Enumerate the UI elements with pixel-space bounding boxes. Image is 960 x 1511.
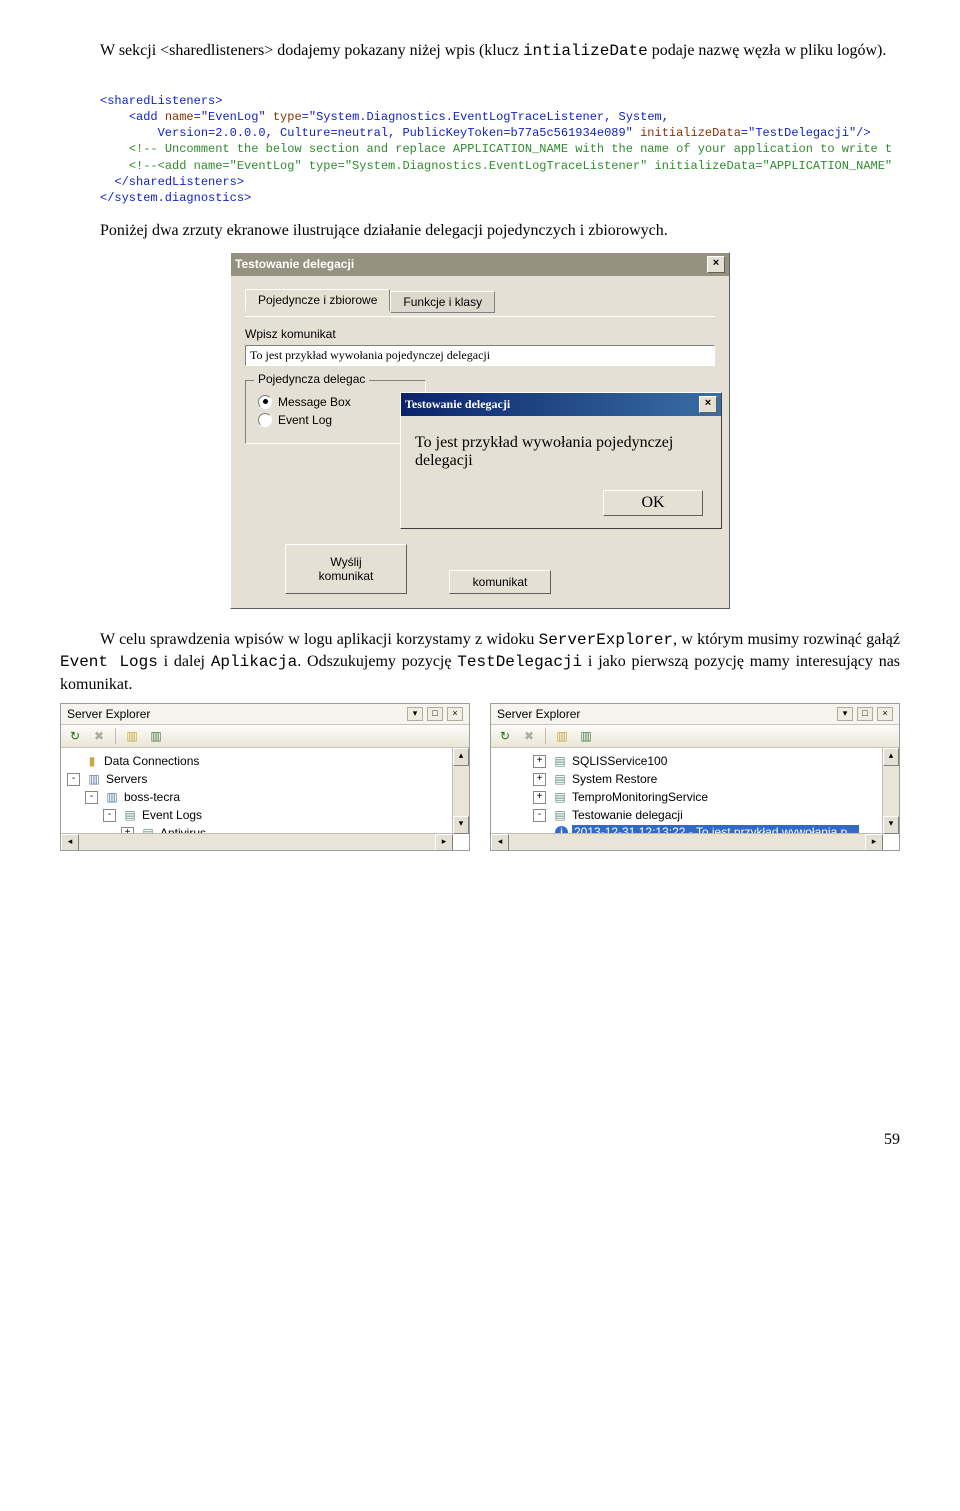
code-serverexplorer: ServerExplorer — [539, 631, 673, 649]
radio-event-log[interactable]: Event Log — [258, 413, 413, 427]
collapse-icon[interactable]: - — [103, 809, 116, 822]
scroll-right-icon[interactable]: ▸ — [865, 834, 883, 850]
close-icon[interactable]: × — [877, 707, 893, 721]
server-explorer-screenshots: Server Explorer ▾ □ × ↻ ✖ ▥ ▥ ▮ Data Conn… — [60, 703, 900, 851]
dropdown-icon[interactable]: ▾ — [837, 707, 853, 721]
paragraph-1: W sekcji <sharedlisteners> dodajemy poka… — [60, 40, 900, 63]
server-explorer-left: Server Explorer ▾ □ × ↻ ✖ ▥ ▥ ▮ Data Conn… — [60, 703, 470, 851]
tree-node[interactable]: Event Logs — [142, 808, 202, 822]
pin-icon[interactable]: □ — [857, 707, 873, 721]
stop-icon[interactable]: ✖ — [521, 728, 537, 744]
messagebox-popup: Testowanie delegacji × To jest przykład … — [400, 392, 722, 529]
dialog-titlebar: Testowanie delegacji × — [231, 253, 729, 276]
tree-node[interactable]: System Restore — [572, 772, 657, 786]
ok-button[interactable]: OK — [603, 490, 703, 516]
vertical-scrollbar[interactable]: ▴ ▾ — [882, 748, 899, 834]
panel-toolbar: ↻ ✖ ▥ ▥ — [491, 725, 899, 748]
tree-node[interactable]: boss-tecra — [124, 790, 180, 804]
servers-icon: ▥ — [86, 771, 102, 787]
groupbox-legend: Pojedyncza delegac — [254, 372, 369, 386]
send-button[interactable]: Wyślij komunikat — [285, 544, 407, 594]
refresh-icon[interactable]: ↻ — [497, 728, 513, 744]
tab-functions-classes[interactable]: Funkcje i klasy — [390, 291, 495, 313]
log-icon: ▤ — [552, 753, 568, 769]
scroll-up-icon[interactable]: ▴ — [883, 748, 899, 766]
collapse-icon[interactable]: - — [67, 773, 80, 786]
collapse-icon[interactable]: - — [533, 809, 546, 822]
radio-icon — [258, 395, 272, 409]
tree-node[interactable]: Data Connections — [104, 754, 199, 768]
add-server-icon[interactable]: ▥ — [148, 728, 164, 744]
radio-label: Message Box — [278, 395, 351, 409]
horizontal-scrollbar[interactable]: ◂ ▸ — [61, 833, 453, 850]
horizontal-scrollbar[interactable]: ◂ ▸ — [491, 833, 883, 850]
scroll-left-icon[interactable]: ◂ — [61, 834, 79, 850]
tree-node[interactable]: Servers — [106, 772, 147, 786]
log-icon: ▤ — [552, 771, 568, 787]
paragraph-2: Poniżej dwa zrzuty ekranowe ilustrujące … — [60, 220, 900, 242]
vertical-scrollbar[interactable]: ▴ ▾ — [452, 748, 469, 834]
expand-icon[interactable]: + — [533, 791, 546, 804]
p1-pre: W sekcji <sharedlisteners> dodajemy poka… — [100, 42, 523, 59]
radio-icon — [258, 413, 272, 427]
add-server-icon[interactable]: ▥ — [578, 728, 594, 744]
popup-title: Testowanie delegacji — [405, 397, 510, 412]
expand-icon[interactable]: + — [533, 755, 546, 768]
tree-node[interactable]: Testowanie delegacji — [572, 808, 683, 822]
expand-icon[interactable]: + — [533, 773, 546, 786]
scroll-down-icon[interactable]: ▾ — [453, 816, 469, 834]
dialog-title: Testowanie delegacji — [235, 257, 354, 271]
log-icon: ▤ — [552, 807, 568, 823]
tree-node[interactable]: SQLISService100 — [572, 754, 667, 768]
komunikat-button[interactable]: komunikat — [449, 570, 551, 594]
p1-post: podaje nazwę węzła w pliku logów). — [648, 42, 887, 59]
radio-label: Event Log — [278, 413, 332, 427]
xml-snippet: <sharedListeners> <add name="EvenLog" ty… — [100, 77, 900, 207]
panel-title: Server Explorer — [497, 707, 580, 721]
p1-code: intializeDate — [523, 42, 648, 60]
panel-toolbar: ↻ ✖ ▥ ▥ — [61, 725, 469, 748]
code-aplikacja: Aplikacja — [211, 653, 297, 671]
eventlog-icon: ▤ — [122, 807, 138, 823]
page-number: 59 — [60, 1131, 900, 1149]
panel-title: Server Explorer — [67, 707, 150, 721]
database-icon: ▮ — [84, 753, 100, 769]
code-testdelegacji: TestDelegacji — [457, 653, 582, 671]
dialog-screenshot: Testowanie delegacji × Pojedyncze i zbio… — [230, 252, 730, 609]
stop-icon[interactable]: ✖ — [91, 728, 107, 744]
refresh-icon[interactable]: ↻ — [67, 728, 83, 744]
scroll-left-icon[interactable]: ◂ — [491, 834, 509, 850]
scroll-right-icon[interactable]: ▸ — [435, 834, 453, 850]
close-icon[interactable]: × — [707, 256, 725, 273]
popup-titlebar: Testowanie delegacji × — [401, 393, 721, 416]
connect-icon[interactable]: ▥ — [554, 728, 570, 744]
scroll-up-icon[interactable]: ▴ — [453, 748, 469, 766]
close-icon[interactable]: × — [447, 707, 463, 721]
tab-single-collective[interactable]: Pojedyncze i zbiorowe — [245, 289, 390, 311]
paragraph-3: W celu sprawdzenia wpisów w logu aplikac… — [60, 629, 900, 696]
dropdown-icon[interactable]: ▾ — [407, 707, 423, 721]
server-explorer-right: Server Explorer ▾ □ × ↻ ✖ ▥ ▥ + ▤ SQLISSer… — [490, 703, 900, 851]
collapse-icon[interactable]: - — [85, 791, 98, 804]
message-input[interactable] — [245, 345, 715, 366]
server-icon: ▥ — [104, 789, 120, 805]
tree-node[interactable]: TemproMonitoringService — [572, 790, 708, 804]
connect-icon[interactable]: ▥ — [124, 728, 140, 744]
code-event-logs: Event Logs — [60, 653, 158, 671]
radio-message-box[interactable]: Message Box — [258, 395, 413, 409]
popup-message: To jest przykład wywołania pojedynczej d… — [415, 434, 707, 470]
pin-icon[interactable]: □ — [427, 707, 443, 721]
scroll-down-icon[interactable]: ▾ — [883, 816, 899, 834]
log-icon: ▤ — [552, 789, 568, 805]
input-label: Wpisz komunikat — [245, 327, 715, 341]
close-icon[interactable]: × — [699, 396, 717, 413]
